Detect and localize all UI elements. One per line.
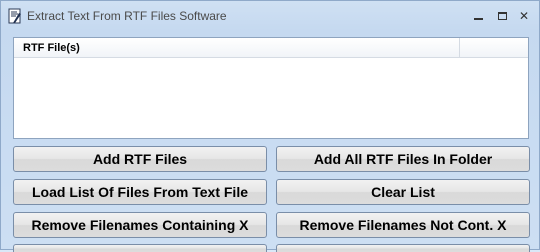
load-list-from-text-file-button[interactable]: Load List Of Files From Text File [13, 179, 267, 205]
maximize-button[interactable] [491, 7, 513, 25]
close-button[interactable]: ✕ [513, 7, 535, 25]
add-all-rtf-files-in-folder-button[interactable]: Add All RTF Files In Folder [276, 146, 530, 172]
list-header: RTF File(s) [14, 38, 528, 58]
app-window: Extract Text From RTF Files Software ✕ R… [0, 0, 540, 252]
maximize-icon [497, 12, 507, 20]
clear-list-button[interactable]: Clear List [276, 179, 530, 205]
column-header-rtf-files[interactable]: RTF File(s) [14, 38, 460, 58]
partial-button-left[interactable] [13, 244, 267, 252]
remove-filenames-not-containing-button[interactable]: Remove Filenames Not Cont. X [276, 212, 530, 238]
close-icon: ✕ [518, 9, 530, 23]
remove-filenames-containing-button[interactable]: Remove Filenames Containing X [13, 212, 267, 238]
minimize-button[interactable] [467, 7, 489, 25]
rtf-file-list[interactable]: RTF File(s) [13, 37, 529, 139]
minimize-icon [473, 18, 483, 20]
list-body[interactable] [14, 58, 528, 138]
window-title: Extract Text From RTF Files Software [27, 9, 227, 23]
title-bar[interactable]: Extract Text From RTF Files Software ✕ [1, 1, 539, 31]
add-rtf-files-button[interactable]: Add RTF Files [13, 146, 267, 172]
partial-button-right[interactable] [276, 244, 530, 252]
app-icon[interactable] [7, 8, 23, 24]
